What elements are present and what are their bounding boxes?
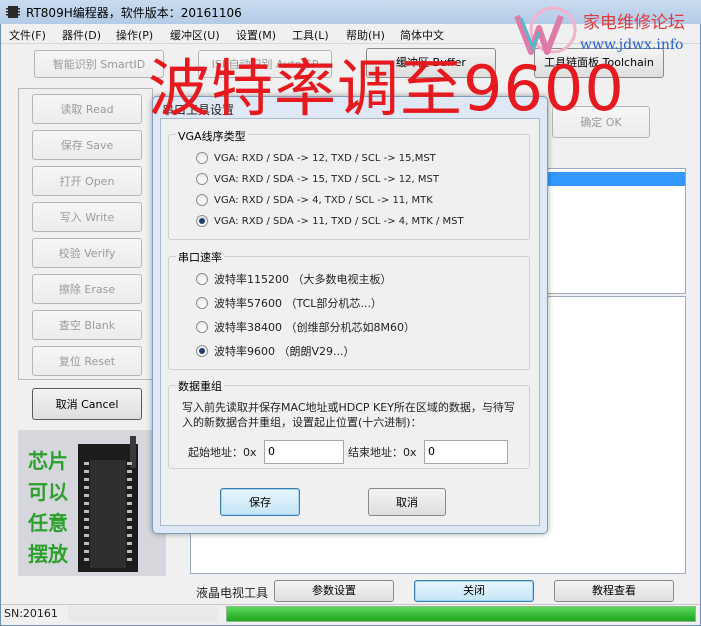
menu-device[interactable]: 器件(D) [62, 27, 101, 43]
menu-tools[interactable]: 工具(L) [292, 27, 329, 43]
smart-id-button[interactable]: 智能识别 SmartID [34, 50, 164, 78]
blank-button[interactable]: 查空 Blank [32, 310, 142, 340]
device-list[interactable] [532, 168, 686, 294]
param-settings-button[interactable]: 参数设置 [274, 580, 394, 602]
vga-option-4[interactable]: VGA: RXD / SDA -> 11, TXD / SCL -> 4, MT… [196, 213, 464, 229]
dialog-cancel-button[interactable]: 取消 [368, 488, 446, 516]
baud-option-38400[interactable]: 波特率38400 （创维部分机芯如8M60） [196, 319, 415, 335]
chip-caption-line-1: 芯片 [28, 449, 68, 473]
regroup-group-label: 数据重组 [176, 378, 224, 394]
baud-option-57600[interactable]: 波特率57600 （TCL部分机芯...） [196, 295, 382, 311]
overlay-annotation: 波特率调至9600 [148, 52, 625, 125]
app-icon [6, 6, 20, 18]
serial-number: SN:20161 [4, 607, 58, 620]
menu-language[interactable]: 简体中文 [400, 27, 444, 43]
close-button[interactable]: 关闭 [414, 580, 534, 602]
start-address-input[interactable]: 0 [264, 440, 344, 464]
menu-operation[interactable]: 操作(P) [116, 27, 153, 43]
device-list-selection[interactable] [533, 172, 685, 186]
vga-option-1[interactable]: VGA: RXD / SDA -> 12, TXD / SCL -> 15,MS… [196, 150, 436, 166]
forum-name: 家电维修论坛 [583, 13, 685, 33]
dialog-save-button[interactable]: 保存 [220, 488, 300, 516]
read-button[interactable]: 读取 Read [32, 94, 142, 124]
erase-button[interactable]: 擦除 Erase [32, 274, 142, 304]
cancel-op-button[interactable]: 取消 Cancel [32, 388, 142, 420]
blurred-region [68, 606, 218, 622]
chip-caption-line-3: 任意 [28, 511, 68, 535]
progress-bar [226, 606, 696, 622]
write-button[interactable]: 写入 Write [32, 202, 142, 232]
menu-file[interactable]: 文件(F) [9, 27, 46, 43]
start-address-label: 起始地址：0x [188, 446, 257, 459]
vga-option-3[interactable]: VGA: RXD / SDA -> 4, TXD / SCL -> 11, MT… [196, 192, 433, 208]
chip-caption-line-2: 可以 [28, 480, 68, 504]
open-button[interactable]: 打开 Open [32, 166, 142, 196]
verify-button[interactable]: 校验 Verify [32, 238, 142, 268]
end-address-input[interactable]: 0 [424, 440, 508, 464]
reset-button[interactable]: 复位 Reset [32, 346, 142, 376]
tutorial-button[interactable]: 教程查看 [554, 580, 674, 602]
radio-icon[interactable] [196, 321, 208, 333]
radio-icon[interactable] [196, 273, 208, 285]
lcd-tools-label: 液晶电视工具 [196, 586, 269, 600]
radio-icon[interactable] [196, 173, 208, 185]
radio-checked-icon[interactable] [196, 215, 208, 227]
baud-group-label: 串口速率 [176, 249, 224, 265]
vga-group-label: VGA线序类型 [176, 128, 248, 144]
regroup-description: 写入前先读取并保存MAC地址或HDCP KEY所在区域的数据，与待写入的新数据合… [182, 401, 515, 429]
vga-option-2[interactable]: VGA: RXD / SDA -> 15, TXD / SCL -> 12, M… [196, 171, 439, 187]
chip-caption-line-4: 摆放 [28, 542, 68, 566]
radio-checked-icon[interactable] [196, 345, 208, 357]
forum-url: www.jdwx.info [580, 37, 684, 53]
menu-help[interactable]: 帮助(H) [346, 27, 385, 43]
menu-settings[interactable]: 设置(M) [236, 27, 276, 43]
end-address-label: 结束地址：0x [348, 446, 417, 459]
radio-icon[interactable] [196, 297, 208, 309]
baud-option-9600[interactable]: 波特率9600 （朗朗V29...） [196, 343, 355, 359]
baud-option-115200[interactable]: 波特率115200 （大多数电视主板） [196, 271, 392, 287]
radio-icon[interactable] [196, 194, 208, 206]
window-title: RT809H编程器，软件版本：20161106 [26, 6, 242, 20]
menu-buffer[interactable]: 缓冲区(U) [170, 27, 220, 43]
save-button[interactable]: 保存 Save [32, 130, 142, 160]
radio-icon[interactable] [196, 152, 208, 164]
